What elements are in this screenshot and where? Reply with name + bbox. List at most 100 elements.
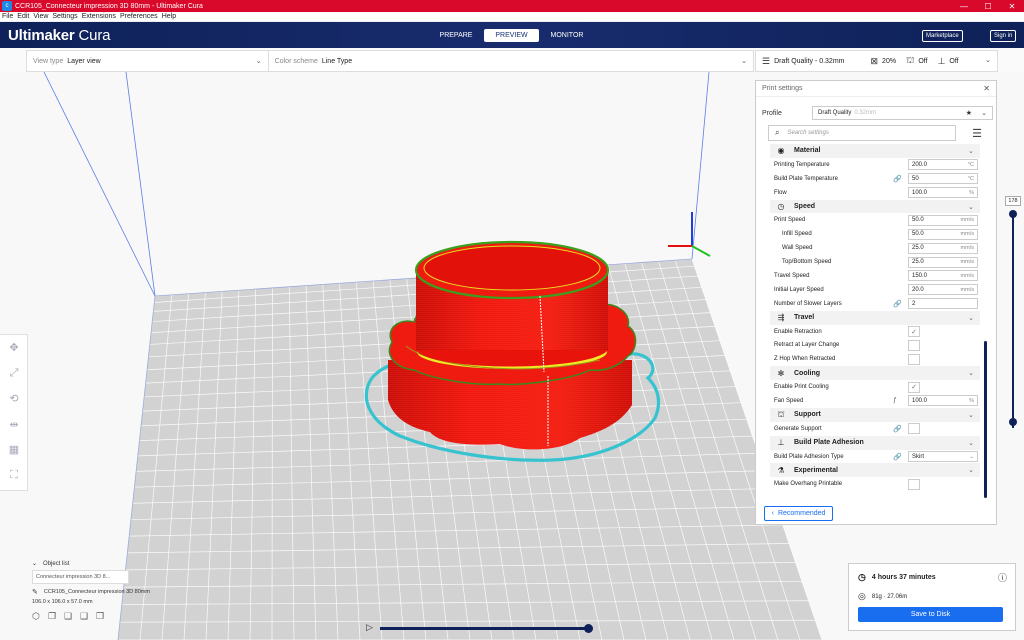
setting-input[interactable]: 20.0 mm/s: [908, 284, 978, 296]
maximize-button[interactable]: ☐: [976, 0, 1000, 12]
setting-checkbox[interactable]: ✓: [908, 326, 920, 338]
rotate-tool-icon[interactable]: ⟲: [0, 386, 28, 412]
setting-label: Infill Speed: [782, 231, 812, 238]
search-icon: ⌕: [775, 128, 780, 137]
minimize-button[interactable]: —: [952, 0, 976, 12]
menu-edit[interactable]: Edit: [15, 13, 31, 20]
layer-slider-top-handle[interactable]: [1009, 210, 1017, 218]
view-type-label: View type: [33, 57, 64, 65]
setting-label: Build Plate Temperature: [774, 175, 838, 182]
3d-view-icon[interactable]: ⬡: [32, 611, 48, 622]
setting-link-icon[interactable]: 🔗: [893, 300, 902, 308]
category-support[interactable]: ⛫ Support ⌄: [770, 407, 980, 422]
left-view-icon[interactable]: ❑: [80, 611, 96, 622]
setting-input[interactable]: 25.0 mm/s: [908, 256, 978, 268]
setting-row: Flow 100.0%: [770, 186, 980, 200]
info-icon[interactable]: ⓘ: [998, 571, 1007, 584]
menu-help[interactable]: Help: [160, 13, 178, 20]
setting-input[interactable]: Skirt ⌄: [908, 451, 978, 463]
setting-checkbox[interactable]: [908, 353, 920, 365]
setting-input[interactable]: 150.0 mm/s: [908, 270, 978, 282]
category-speed[interactable]: ◷ Speed ⌄: [770, 199, 980, 214]
category-experimental[interactable]: ⚗ Experimental ⌄: [770, 463, 980, 478]
setting-checkbox[interactable]: [908, 423, 920, 435]
setting-unit: mm/s: [960, 231, 974, 238]
menu-settings[interactable]: Settings: [50, 13, 79, 20]
adhesion-value: Off: [949, 57, 959, 65]
object-list-item[interactable]: Connecteur impression 3D 8...: [32, 570, 129, 584]
settings-menu-icon[interactable]: ☰: [972, 127, 982, 140]
stage-tab-prepare[interactable]: PREPARE: [430, 29, 482, 42]
star-icon[interactable]: ★: [966, 109, 972, 117]
move-tool-icon[interactable]: ✥: [0, 335, 28, 361]
setting-checkbox[interactable]: [908, 339, 920, 351]
layer-slider[interactable]: 178: [1005, 196, 1021, 428]
stage-tab-preview[interactable]: PREVIEW: [484, 29, 539, 42]
view-type-select[interactable]: View type Layer view ⌄: [27, 51, 269, 71]
category-material[interactable]: ◉ Material ⌄: [770, 144, 980, 158]
search-settings-input[interactable]: ⌕ Search settings: [768, 125, 956, 141]
setting-input[interactable]: 100.0%: [908, 187, 978, 199]
setting-input[interactable]: 2: [908, 298, 978, 310]
profile-select[interactable]: Draft Quality 0.32mm ★ ⌄: [812, 106, 993, 120]
category-title: Material: [794, 147, 821, 155]
save-to-disk-button[interactable]: Save to Disk: [858, 607, 1003, 622]
pencil-icon[interactable]: ✎: [32, 588, 38, 596]
marketplace-button[interactable]: Marketplace: [922, 30, 963, 42]
sign-in-button[interactable]: Sign in: [990, 30, 1017, 42]
setting-input[interactable]: 50 °C: [908, 173, 978, 185]
object-file-name: CCR105_Connecteur impression 3D 80mm: [43, 589, 150, 595]
setting-unit: °C: [967, 175, 974, 182]
layer-slider-track[interactable]: [1012, 212, 1014, 428]
print-setup-selector[interactable]: ☰ Draft Quality - 0.32mm ⊠ 20% ⛫ Off ⊥ O…: [755, 50, 998, 72]
print-time: 4 hours 37 minutes: [871, 574, 936, 581]
menu-file[interactable]: File: [0, 13, 15, 20]
menu-preferences[interactable]: Preferences: [118, 13, 160, 20]
print-settings-title: Print settings: [762, 85, 803, 92]
setting-checkbox[interactable]: [908, 478, 920, 490]
settings-scrollbar[interactable]: [984, 341, 987, 498]
setting-checkbox[interactable]: ✓: [908, 381, 920, 393]
setting-unit: %: [969, 397, 974, 404]
stage-tab-monitor[interactable]: MONITOR: [541, 29, 593, 42]
mirror-tool-icon[interactable]: ⇹: [0, 412, 28, 438]
path-slider-track[interactable]: [380, 627, 590, 630]
setting-link-icon[interactable]: ƒ: [893, 397, 897, 404]
window-title-bar: c CCR105_Connecteur impression 3D 80mm -…: [0, 0, 1024, 12]
color-scheme-select[interactable]: Color scheme Line Type ⌄: [269, 51, 753, 71]
object-list-toggle[interactable]: ⌄ Object list: [32, 560, 192, 568]
setting-input[interactable]: 200.0 °C: [908, 159, 978, 171]
setting-row: Make Overhang Printable: [770, 477, 980, 491]
layer-number[interactable]: 178: [1005, 196, 1021, 206]
setting-input[interactable]: 100.0%: [908, 395, 978, 407]
setting-row: Print Speed 50.0 mm/s: [770, 213, 980, 227]
play-icon[interactable]: ▷: [366, 622, 373, 633]
scale-tool-icon[interactable]: ⤢: [0, 361, 28, 387]
category-travel[interactable]: ⇶ Travel ⌄: [770, 310, 980, 325]
setting-label: Enable Retraction: [774, 328, 822, 335]
setting-input[interactable]: 50.0 mm/s: [908, 228, 978, 240]
recommended-button[interactable]: ‹ Recommended: [764, 506, 833, 521]
setting-link-icon[interactable]: 🔗: [893, 453, 902, 461]
close-icon[interactable]: ✕: [983, 84, 990, 93]
per-model-settings-icon[interactable]: ▦: [0, 437, 28, 463]
setting-link-icon[interactable]: 🔗: [893, 175, 902, 183]
layer-slider-bottom-handle[interactable]: [1009, 418, 1017, 426]
support-blocker-icon[interactable]: ⛶: [0, 463, 28, 489]
menu-view[interactable]: View: [31, 13, 50, 20]
category-build-plate-adhesion[interactable]: ⊥ Build Plate Adhesion ⌄: [770, 435, 980, 450]
setting-row: Enable Retraction ✓: [770, 325, 980, 339]
right-view-icon[interactable]: ❒: [96, 611, 112, 622]
top-view-icon[interactable]: ❏: [64, 611, 80, 622]
close-window-button[interactable]: ✕: [1000, 0, 1024, 12]
print-settings-panel: Print settings ✕ Profile Draft Quality 0…: [755, 80, 997, 525]
chevron-down-icon: ⌄: [968, 370, 974, 378]
front-view-icon[interactable]: ❐: [48, 611, 64, 622]
path-slider-handle[interactable]: [584, 624, 593, 633]
setting-input[interactable]: 50.0 mm/s: [908, 214, 978, 226]
setting-link-icon[interactable]: 🔗: [893, 425, 902, 433]
setting-unit: mm/s: [960, 286, 974, 293]
menu-extensions[interactable]: Extensions: [80, 13, 118, 20]
setting-input[interactable]: 25.0 mm/s: [908, 242, 978, 254]
category-cooling[interactable]: ✻ Cooling ⌄: [770, 366, 980, 381]
